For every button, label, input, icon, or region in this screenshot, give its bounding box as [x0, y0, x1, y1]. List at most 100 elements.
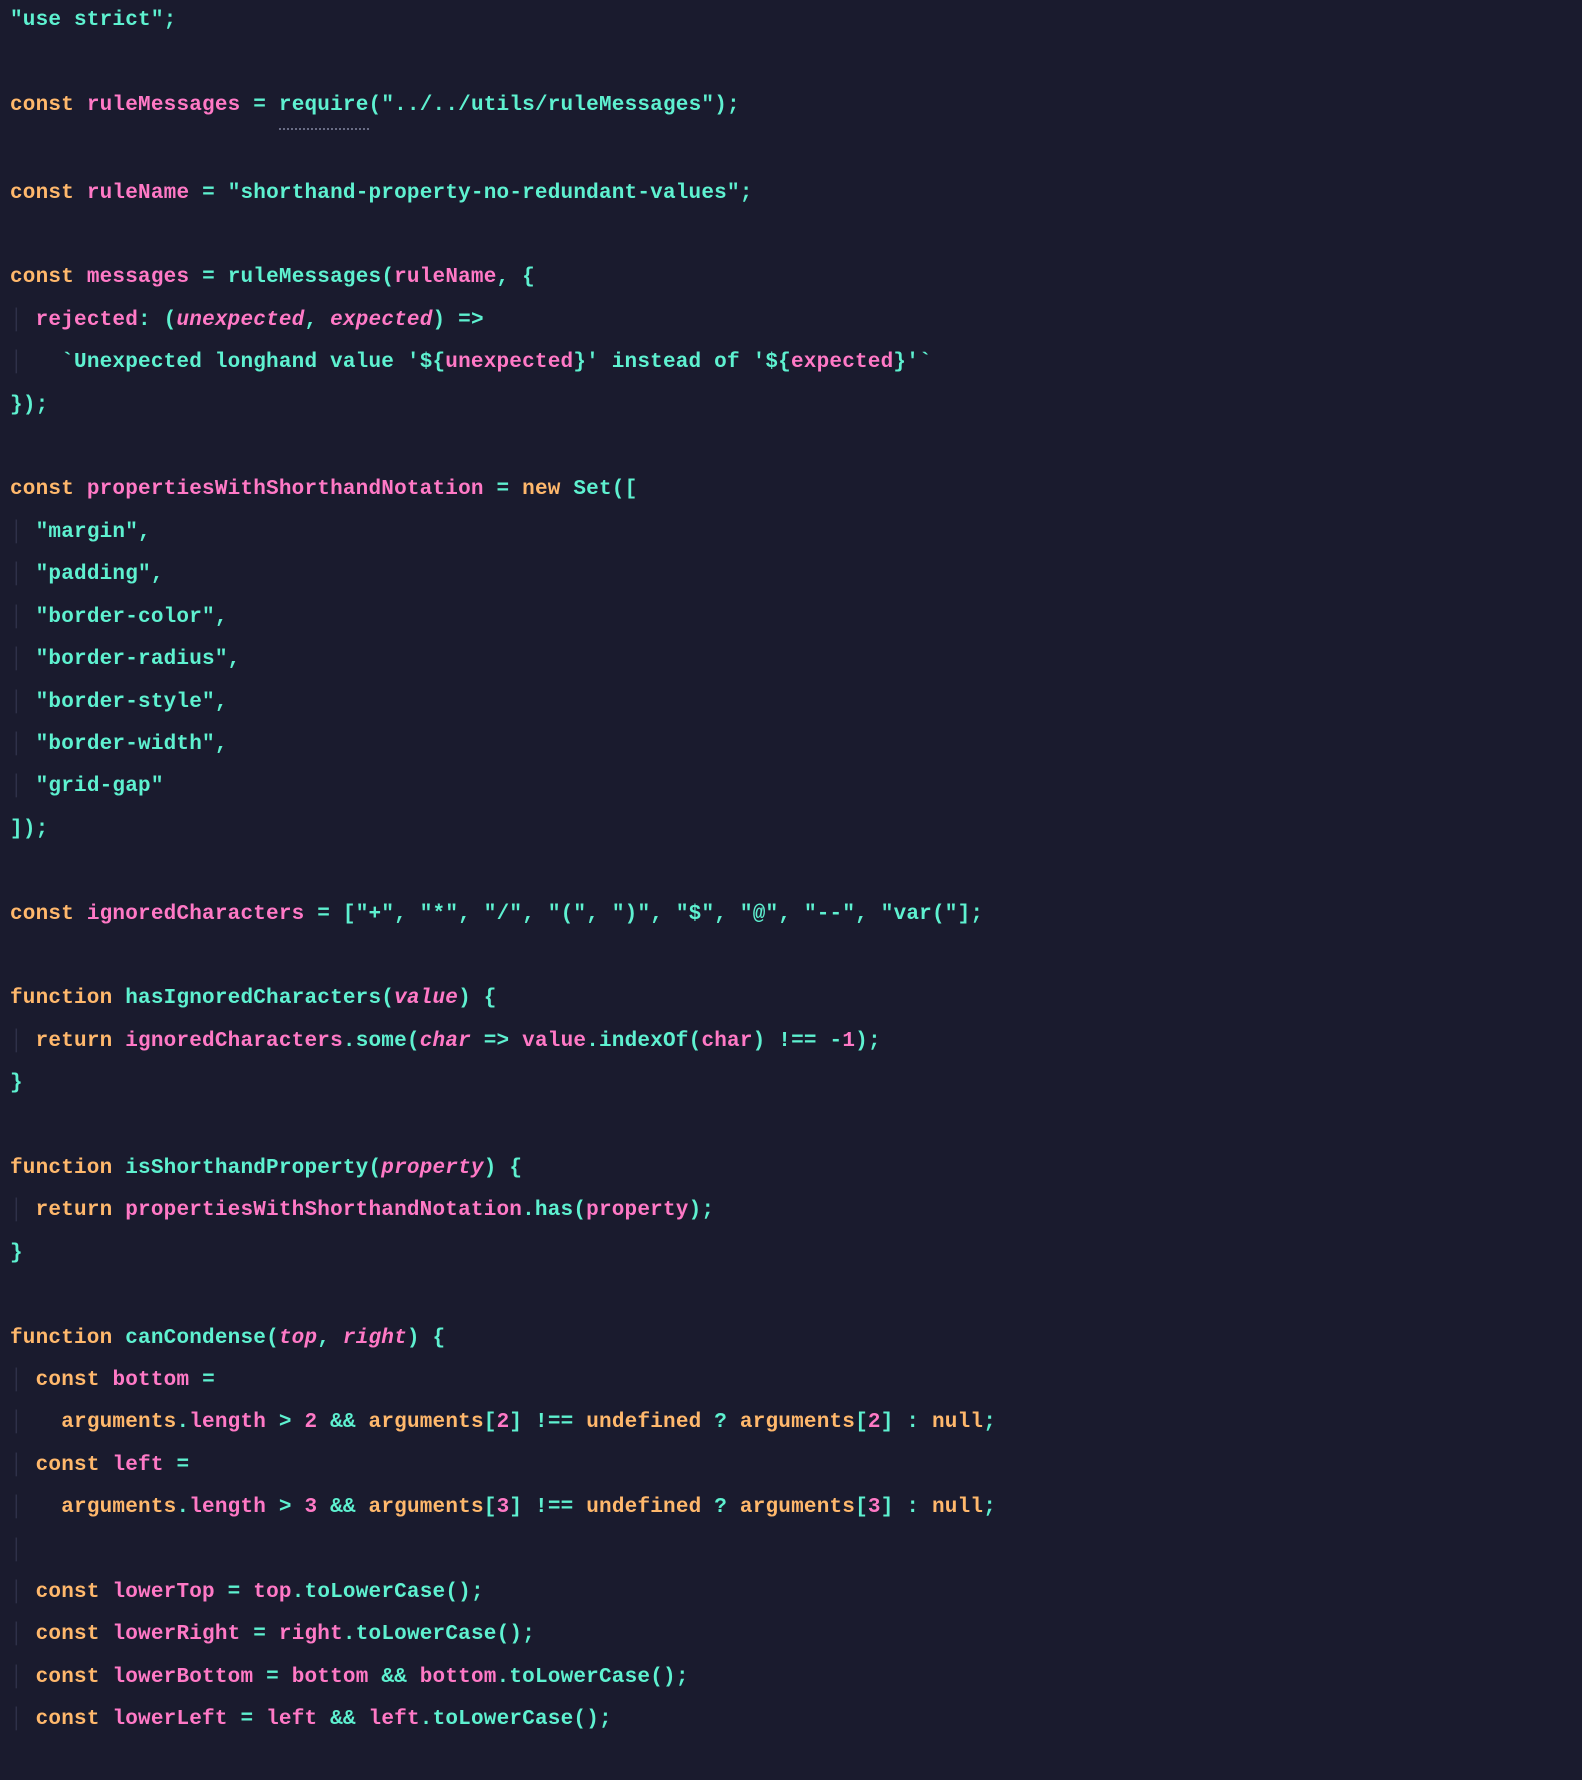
token-str: "border-color" [36, 606, 215, 629]
token-num: 2 [305, 1411, 318, 1434]
token-pn: ; [983, 1411, 996, 1434]
token-pl [292, 1496, 305, 1519]
token-pn: ; [599, 1708, 612, 1731]
token-op: !== [535, 1496, 573, 1519]
token-pl [868, 903, 881, 926]
token-op: !== [778, 1030, 816, 1053]
token-var: ignoredCharacters [125, 1030, 343, 1053]
token-pn: ( [381, 987, 394, 1010]
token-param: right [343, 1327, 407, 1350]
token-num: 2 [868, 1411, 881, 1434]
token-pn: [ [855, 1411, 868, 1434]
token-pn: ) [407, 1327, 420, 1350]
token-pn: { [433, 1327, 446, 1350]
token-pn: ( [381, 266, 394, 289]
token-str: "(" [548, 903, 586, 926]
token-pn: ] [958, 903, 971, 926]
token-kw: const [10, 266, 74, 289]
code-line: function isShorthandProperty(property) { [10, 1157, 522, 1180]
token-pn: { [484, 987, 497, 1010]
token-def: ignoredCharacters [87, 903, 305, 926]
token-num: 3 [868, 1496, 881, 1519]
token-pn: [ [484, 1411, 497, 1434]
token-var: char [701, 1030, 752, 1053]
token-pl [509, 266, 522, 289]
token-pn: ( [445, 1581, 458, 1604]
token-pl [151, 309, 164, 332]
token-guide: │ [10, 1496, 61, 1519]
token-pl [369, 1666, 382, 1689]
token-pn: ) [714, 94, 727, 117]
token-param: char [420, 1030, 471, 1053]
token-pn: ; [970, 903, 983, 926]
token-op: = [253, 94, 266, 117]
token-var: left [266, 1708, 317, 1731]
token-var: expected [791, 351, 893, 374]
token-guide: │ [10, 1623, 36, 1646]
token-op: ? [714, 1496, 727, 1519]
token-guide: │ [10, 1411, 61, 1434]
token-str: "/" [484, 903, 522, 926]
token-pn: ) [689, 1199, 702, 1222]
token-pn: , [215, 733, 228, 756]
code-line: │ "border-radius", [10, 648, 240, 671]
code-line: │ "grid-gap" [10, 775, 164, 798]
token-pn: , [138, 521, 151, 544]
token-pl [791, 903, 804, 926]
token-str: "use strict" [10, 9, 164, 32]
token-pn: ( [164, 309, 177, 332]
token-pl [727, 1496, 740, 1519]
token-pn: ( [368, 1157, 381, 1180]
token-pn: ; [36, 818, 49, 841]
token-pl [727, 903, 740, 926]
token-pl [292, 1411, 305, 1434]
code-line: function canCondense(top, right) { [10, 1327, 445, 1350]
token-pl [765, 1030, 778, 1053]
token-pn: ( [612, 478, 625, 501]
token-pl [215, 182, 228, 205]
token-guide: │ [10, 775, 36, 798]
token-pn: ; [36, 394, 49, 417]
token-pl [266, 1411, 279, 1434]
token-pl [420, 1327, 433, 1350]
token-pn: ( [689, 1030, 702, 1053]
token-pl [112, 1327, 125, 1350]
token-pl [471, 1030, 484, 1053]
token-param: expected [330, 309, 432, 332]
token-pn: ( [497, 1623, 510, 1646]
token-prop: rejected [36, 309, 138, 332]
token-fn: toLowerCase [305, 1581, 446, 1604]
token-var: length [189, 1496, 266, 1519]
token-pl [266, 1623, 279, 1646]
code-editor[interactable]: "use strict"; const ruleMessages = requi… [0, 0, 1582, 1742]
token-pn: } [10, 1242, 23, 1265]
token-pl [894, 1411, 907, 1434]
token-def: bottom [112, 1369, 189, 1392]
token-pn: ; [727, 94, 740, 117]
token-pn: ) [433, 309, 446, 332]
token-op: ${ [420, 351, 446, 374]
token-pl [573, 1411, 586, 1434]
token-kw: const [36, 1666, 100, 1689]
token-fn: require [279, 85, 369, 130]
token-str: "border-width" [36, 733, 215, 756]
token-pl [330, 903, 343, 926]
token-pn: , [215, 606, 228, 629]
token-str: "margin" [36, 521, 138, 544]
token-op: = [228, 1581, 241, 1604]
token-pn: ; [983, 1496, 996, 1519]
token-guide: │ [10, 691, 36, 714]
token-pl [317, 1496, 330, 1519]
code-line: │ const lowerTop = top.toLowerCase(); [10, 1581, 484, 1604]
code-line: │ return propertiesWithShorthandNotation… [10, 1199, 714, 1222]
token-pl [304, 903, 317, 926]
code-line: const ruleMessages = require("../../util… [10, 94, 740, 117]
token-num: 2 [497, 1411, 510, 1434]
token-pl [100, 1666, 113, 1689]
token-str: "$" [676, 903, 714, 926]
token-pl [407, 1666, 420, 1689]
token-pn: ( [573, 1199, 586, 1222]
token-pn: [ [855, 1496, 868, 1519]
token-guide: │ [10, 1369, 36, 1392]
token-pl [509, 478, 522, 501]
